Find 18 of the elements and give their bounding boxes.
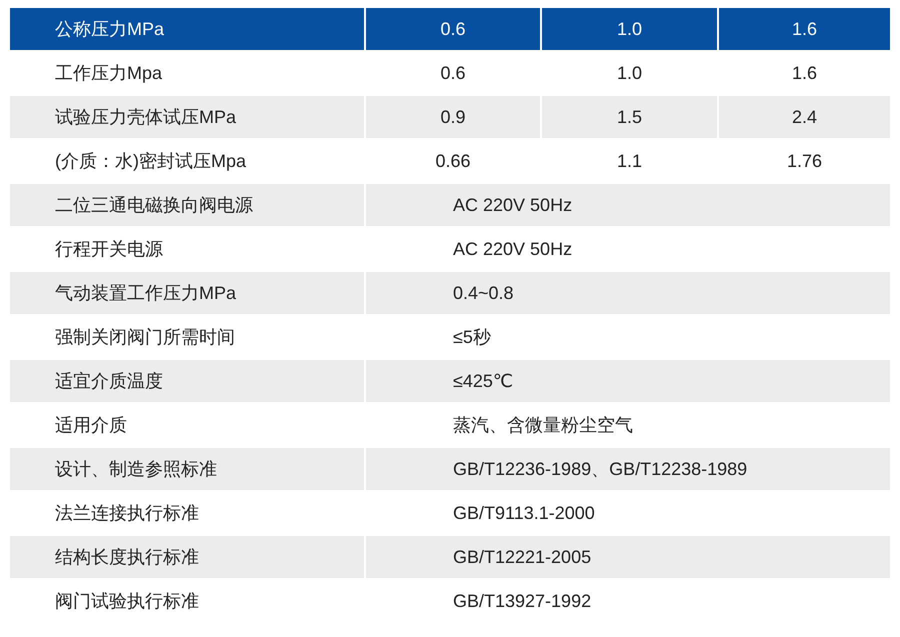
- header-cell: 公称压力MPa: [10, 8, 364, 50]
- table-cell: 0.4~0.8: [366, 272, 890, 314]
- table-cell: 适宜介质温度: [10, 360, 364, 402]
- table-cell: 设计、制造参照标准: [10, 448, 364, 490]
- table-cell: GB/T12221-2005: [366, 536, 890, 578]
- table-cell: ≤425℃: [366, 360, 890, 402]
- table-cell: 二位三通电磁换向阀电源: [10, 184, 364, 226]
- header-cell: 1.6: [719, 8, 890, 50]
- table-cell: GB/T12236-1989、GB/T12238-1989: [366, 448, 890, 490]
- table-cell: 0.9: [366, 96, 540, 138]
- table-cell: 结构长度执行标准: [10, 536, 364, 578]
- header-cell: 0.6: [366, 8, 540, 50]
- table-cell: AC 220V 50Hz: [366, 184, 890, 226]
- table-cell: 1.5: [542, 96, 717, 138]
- table-cell: 气动装置工作压力MPa: [10, 272, 364, 314]
- table-cell: 2.4: [719, 96, 890, 138]
- table-cell: 试验压力壳体试压MPa: [10, 96, 364, 138]
- header-cell: 1.0: [542, 8, 717, 50]
